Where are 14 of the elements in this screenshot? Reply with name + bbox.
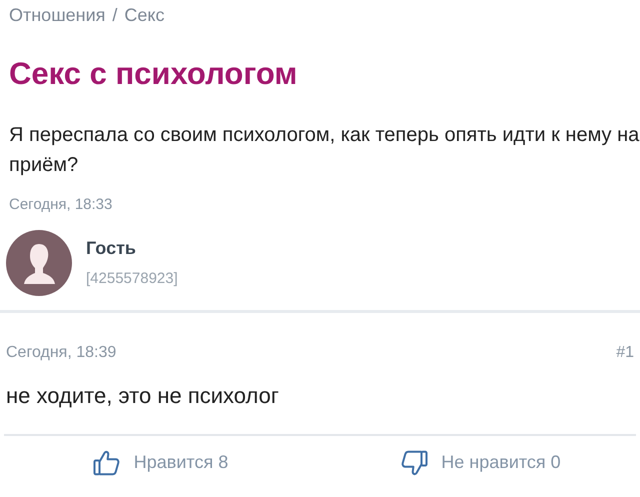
- author-name[interactable]: Гость: [86, 234, 178, 262]
- author-id: [4255578923]: [86, 268, 178, 289]
- like-button[interactable]: Нравится 8: [92, 448, 228, 478]
- avatar-icon: [6, 230, 72, 296]
- reply-date: Сегодня, 18:39: [6, 342, 116, 362]
- breadcrumb-link[interactable]: Отношения: [9, 2, 106, 29]
- dislike-button[interactable]: Не нравится 0: [399, 448, 561, 478]
- breadcrumb-link[interactable]: Секс: [124, 2, 164, 29]
- reply-number: #1: [616, 342, 634, 362]
- breadcrumb-separator: /: [112, 4, 118, 27]
- reply-text: не ходите, это не психолог: [5, 382, 280, 410]
- topic-title: Секс с психологом: [8, 55, 298, 93]
- topic-date: Сегодня, 18:33: [8, 195, 114, 215]
- topic-text: Я переспала со своим психологом, как теперь опять идти к нему на приём?: [8, 123, 640, 178]
